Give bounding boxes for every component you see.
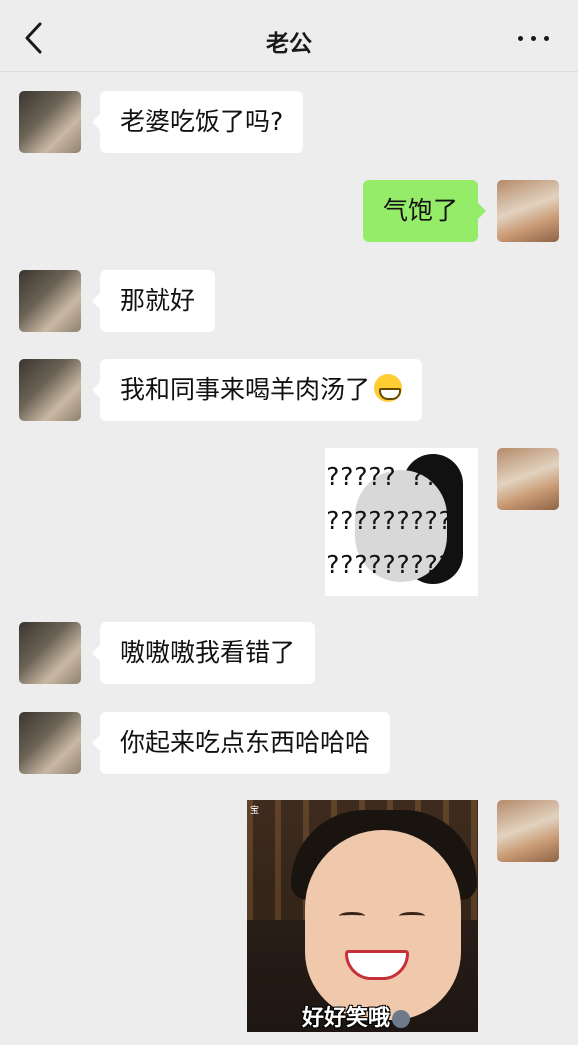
my-avatar[interactable] (497, 448, 559, 510)
sticker-caption-text: 好好笑哦 (302, 1006, 391, 1031)
grinning-face-icon (374, 374, 403, 402)
chat-title: 老公 (266, 31, 312, 57)
incoming-message-bubble[interactable]: 你起来吃点东西哈哈哈 (91, 712, 391, 774)
message-text: 我和同事来喝羊肉汤了 (120, 375, 371, 404)
sticker-text-row: ????? ?? (325, 462, 438, 491)
my-avatar[interactable] (497, 180, 559, 242)
contact-avatar[interactable] (19, 622, 81, 684)
girl-right-eye (399, 912, 425, 920)
contact-avatar[interactable] (19, 712, 81, 774)
incoming-message-bubble[interactable]: 老婆吃饭了吗? (91, 91, 304, 153)
girl-left-eye (339, 912, 365, 920)
chat-header: 老公 (0, 0, 578, 72)
sticker-text-row: ????????? (325, 506, 452, 535)
contact-avatar[interactable] (19, 270, 81, 332)
sticker-text-row: ????????? (325, 550, 452, 579)
sad-face-icon (392, 1010, 411, 1028)
incoming-message-bubble[interactable]: 我和同事来喝羊肉汤了 (91, 359, 423, 421)
sticker-caption: 好好笑哦 (302, 1000, 411, 1032)
more-dots-icon[interactable] (514, 26, 554, 50)
contact-avatar[interactable] (19, 91, 81, 153)
question-panda-sticker[interactable]: ????? ?? ????????? ????????? (325, 448, 478, 596)
contact-avatar[interactable] (19, 359, 81, 421)
laughing-girl-sticker[interactable]: 宝 好好笑哦 (247, 800, 478, 1032)
girl-face-shape (305, 830, 461, 1020)
incoming-message-bubble[interactable]: 嗷嗷嗷我看错了 (91, 622, 316, 684)
my-avatar[interactable] (497, 800, 559, 862)
incoming-message-bubble[interactable]: 那就好 (91, 270, 216, 332)
sticker-corner-tag: 宝 (250, 806, 260, 816)
outgoing-message-bubble[interactable]: 气饱了 (362, 180, 487, 242)
